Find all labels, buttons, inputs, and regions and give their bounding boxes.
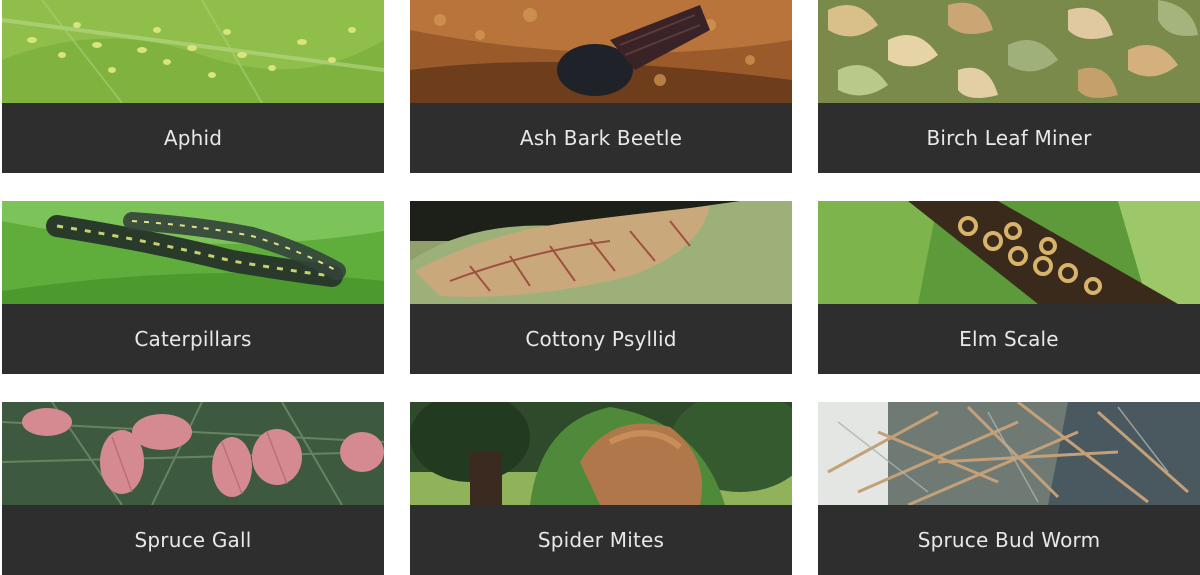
- pest-caption: Caterpillars: [2, 304, 384, 374]
- pest-card-birch-leaf-miner[interactable]: Birch Leaf Miner: [818, 0, 1200, 173]
- pest-caption: Spruce Bud Worm: [818, 505, 1200, 575]
- pest-name: Ash Bark Beetle: [519, 126, 683, 150]
- pest-caption: Cottony Psyllid: [410, 304, 792, 374]
- spruce-bud-worm-photo: [818, 402, 1200, 505]
- birch-leaf-miner-photo: [818, 0, 1200, 103]
- pest-card-spruce-gall[interactable]: Spruce Gall: [2, 402, 384, 575]
- pest-name: Spider Mites: [537, 528, 665, 552]
- spruce-gall-photo: [2, 402, 384, 505]
- cottony-psyllid-photo: [410, 201, 792, 304]
- pest-name: Cottony Psyllid: [525, 327, 677, 351]
- pest-name: Spruce Gall: [134, 528, 252, 552]
- pest-caption: Birch Leaf Miner: [818, 103, 1200, 173]
- aphid-photo: [2, 0, 384, 103]
- pest-caption: Spruce Gall: [2, 505, 384, 575]
- elm-scale-photo: [818, 201, 1200, 304]
- pest-name: Aphid: [163, 126, 223, 150]
- pest-caption: Spider Mites: [410, 505, 792, 575]
- pest-name: Elm Scale: [959, 327, 1059, 351]
- pest-card-ash-bark-beetle[interactable]: Ash Bark Beetle: [410, 0, 792, 173]
- pest-card-aphid[interactable]: Aphid: [2, 0, 384, 173]
- pest-card-caterpillars[interactable]: Caterpillars: [2, 201, 384, 374]
- pest-card-cottony-psyllid[interactable]: Cottony Psyllid: [410, 201, 792, 374]
- pest-name: Caterpillars: [134, 327, 252, 351]
- pest-caption: Aphid: [2, 103, 384, 173]
- pest-caption: Ash Bark Beetle: [410, 103, 792, 173]
- pest-name: Spruce Bud Worm: [917, 528, 1101, 552]
- pest-caption: Elm Scale: [818, 304, 1200, 374]
- ash-bark-beetle-photo: [410, 0, 792, 103]
- spider-mites-photo: [410, 402, 792, 505]
- pest-card-spider-mites[interactable]: Spider Mites: [410, 402, 792, 575]
- pest-gallery-grid: Aphid Ash Bark Beetle Birch Leaf Miner C…: [2, 0, 1200, 575]
- pest-card-elm-scale[interactable]: Elm Scale: [818, 201, 1200, 374]
- pest-name: Birch Leaf Miner: [926, 126, 1092, 150]
- caterpillars-photo: [2, 201, 384, 304]
- pest-card-spruce-bud-worm[interactable]: Spruce Bud Worm: [818, 402, 1200, 575]
